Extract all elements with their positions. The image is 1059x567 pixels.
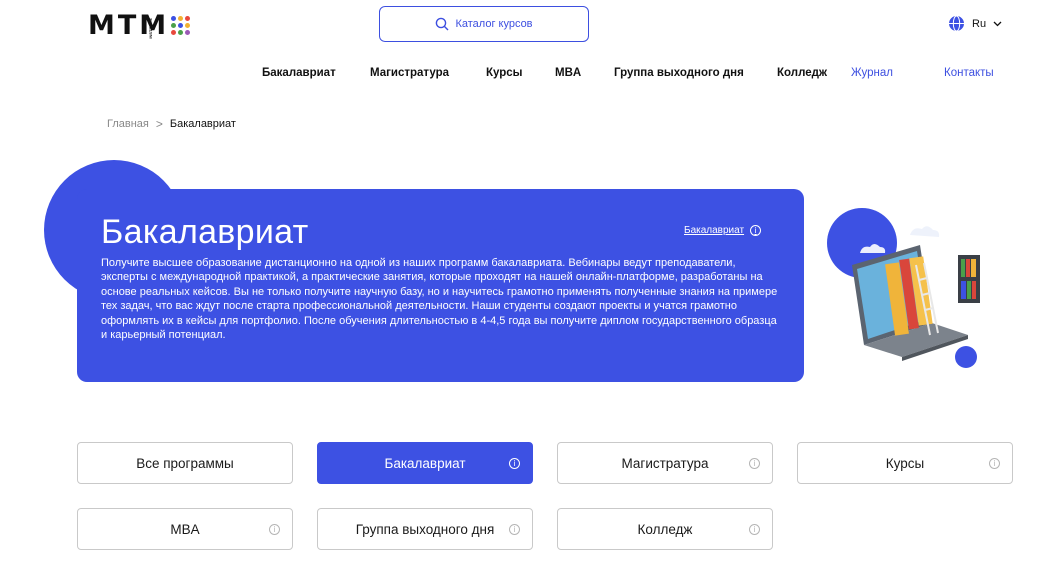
- filter-label: Все программы: [136, 455, 234, 471]
- search-icon: [436, 17, 449, 31]
- filter-label: Колледж: [637, 521, 693, 537]
- hero-banner: Бакалавриат Бакалавриат i Получите высше…: [77, 189, 804, 382]
- nav-item-journal[interactable]: Журнал: [851, 67, 893, 79]
- nav-item-contacts[interactable]: Контакты: [944, 67, 994, 79]
- hero-link-label: Бакалавриат: [684, 225, 745, 236]
- filter-courses[interactable]: Курсы i: [797, 442, 1013, 484]
- info-icon: i: [750, 225, 762, 236]
- nav-item-courses[interactable]: Курсы: [486, 67, 523, 79]
- logo-text: MTM: [88, 9, 170, 41]
- filter-weekend-group[interactable]: Группа выходного дня i: [317, 508, 533, 550]
- filter-label: Группа выходного дня: [355, 521, 495, 537]
- filter-label: Курсы: [885, 455, 925, 471]
- laptop-books-illustration: [827, 208, 980, 368]
- info-icon[interactable]: i: [989, 458, 1000, 469]
- filter-mba[interactable]: MBA i: [77, 508, 293, 550]
- filter-all-programs[interactable]: Все программы: [77, 442, 293, 484]
- page-title: Бакалавриат: [101, 213, 309, 251]
- nav-item-college[interactable]: Колледж: [777, 67, 827, 79]
- language-selector[interactable]: Ru: [948, 15, 1002, 32]
- breadcrumb-home[interactable]: Главная: [107, 118, 149, 130]
- filter-label: Магистратура: [621, 455, 709, 471]
- logo[interactable]: MTM INSTITUTE: [88, 9, 191, 41]
- breadcrumb: Главная > Бакалавриат: [107, 117, 236, 131]
- nav-item-master[interactable]: Магистратура: [370, 67, 449, 79]
- illustration-small-circle: [955, 346, 977, 368]
- breadcrumb-separator: >: [155, 117, 163, 131]
- filter-label: Бакалавриат: [384, 455, 466, 471]
- logo-dots-icon: [171, 15, 191, 35]
- chevron-down-icon: [993, 21, 1002, 26]
- logo-subtext: INSTITUTE: [148, 18, 153, 39]
- info-icon[interactable]: i: [749, 458, 760, 469]
- filter-master[interactable]: Магистратура i: [557, 442, 773, 484]
- filter-label: MBA: [170, 521, 200, 537]
- info-icon[interactable]: i: [749, 524, 760, 535]
- info-icon[interactable]: i: [509, 524, 520, 535]
- info-icon[interactable]: i: [269, 524, 280, 535]
- filter-college[interactable]: Колледж i: [557, 508, 773, 550]
- nav-item-mba[interactable]: MBA: [555, 67, 581, 79]
- catalog-search-button[interactable]: Каталог курсов: [379, 6, 589, 42]
- nav-item-weekend-group[interactable]: Группа выходного дня: [614, 67, 744, 79]
- cloud-icon-2: [910, 226, 940, 237]
- main-nav: Бакалавриат Магистратура Курсы MBA Групп…: [0, 67, 1059, 83]
- catalog-label: Каталог курсов: [455, 18, 533, 30]
- nav-item-bachelor[interactable]: Бакалавриат: [262, 67, 336, 79]
- globe-icon: [949, 15, 964, 32]
- info-icon[interactable]: i: [509, 458, 520, 469]
- hero-description: Получите высшее образование дистанционно…: [101, 257, 778, 342]
- breadcrumb-current: Бакалавриат: [169, 118, 236, 130]
- hero-info-link[interactable]: Бакалавриат i: [684, 225, 762, 236]
- language-label: Ru: [972, 17, 987, 30]
- filter-bachelor[interactable]: Бакалавриат i: [317, 442, 533, 484]
